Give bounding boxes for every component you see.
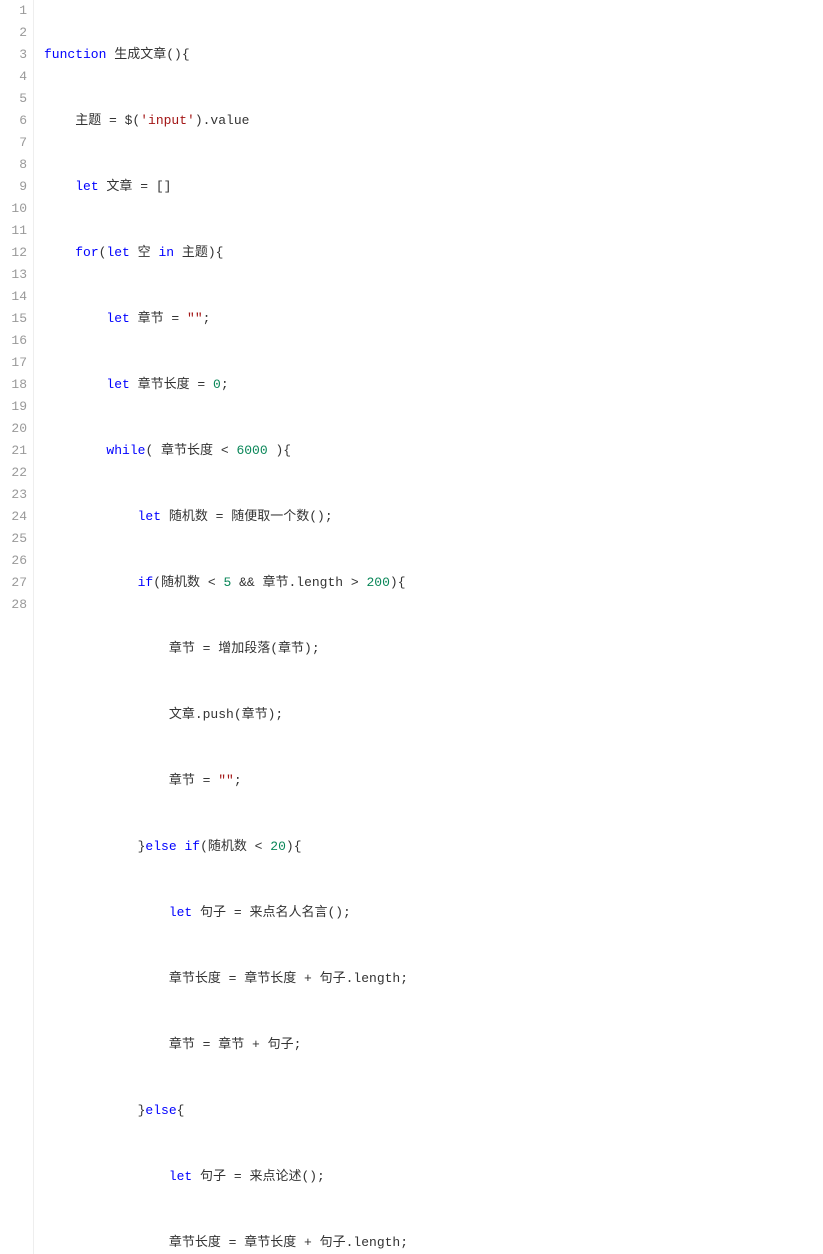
line-number: 25	[0, 528, 27, 550]
code-line: 章节长度 = 章节长度 + 句子.length;	[44, 968, 510, 990]
line-number: 6	[0, 110, 27, 132]
line-number: 24	[0, 506, 27, 528]
line-number: 20	[0, 418, 27, 440]
line-number: 5	[0, 88, 27, 110]
line-number: 10	[0, 198, 27, 220]
line-number: 17	[0, 352, 27, 374]
line-number: 23	[0, 484, 27, 506]
code-line: for(let 空 in 主题){	[44, 242, 510, 264]
code-line: 文章.push(章节);	[44, 704, 510, 726]
line-number: 26	[0, 550, 27, 572]
code-line: let 章节长度 = 0;	[44, 374, 510, 396]
code-line: 章节 = "";	[44, 770, 510, 792]
line-number: 3	[0, 44, 27, 66]
line-number: 2	[0, 22, 27, 44]
line-number: 28	[0, 594, 27, 616]
code-area[interactable]: function 生成文章(){ 主题 = $('input').value l…	[34, 0, 510, 1254]
line-number: 7	[0, 132, 27, 154]
line-number: 4	[0, 66, 27, 88]
line-number: 13	[0, 264, 27, 286]
line-number: 27	[0, 572, 27, 594]
line-number: 8	[0, 154, 27, 176]
line-number: 12	[0, 242, 27, 264]
line-number: 1	[0, 0, 27, 22]
line-number: 18	[0, 374, 27, 396]
code-line: let 文章 = []	[44, 176, 510, 198]
code-line: function 生成文章(){	[44, 44, 510, 66]
line-number: 21	[0, 440, 27, 462]
code-line: }else{	[44, 1100, 510, 1122]
code-line: let 句子 = 来点论述();	[44, 1166, 510, 1188]
line-number: 15	[0, 308, 27, 330]
code-editor: 1 2 3 4 5 6 7 8 9 10 11 12 13 14 15 16 1…	[0, 0, 823, 1254]
code-line: if(随机数 < 5 && 章节.length > 200){	[44, 572, 510, 594]
code-line: while( 章节长度 < 6000 ){	[44, 440, 510, 462]
line-number: 14	[0, 286, 27, 308]
code-line: let 句子 = 来点名人名言();	[44, 902, 510, 924]
line-number: 22	[0, 462, 27, 484]
line-number: 9	[0, 176, 27, 198]
code-line: 主题 = $('input').value	[44, 110, 510, 132]
code-line: }else if(随机数 < 20){	[44, 836, 510, 858]
line-number: 16	[0, 330, 27, 352]
code-line: 章节 = 章节 + 句子;	[44, 1034, 510, 1056]
line-number: 19	[0, 396, 27, 418]
code-line: 章节 = 增加段落(章节);	[44, 638, 510, 660]
code-line: let 随机数 = 随便取一个数();	[44, 506, 510, 528]
line-number: 11	[0, 220, 27, 242]
line-number-gutter: 1 2 3 4 5 6 7 8 9 10 11 12 13 14 15 16 1…	[0, 0, 34, 1254]
code-line: let 章节 = "";	[44, 308, 510, 330]
code-line: 章节长度 = 章节长度 + 句子.length;	[44, 1232, 510, 1254]
